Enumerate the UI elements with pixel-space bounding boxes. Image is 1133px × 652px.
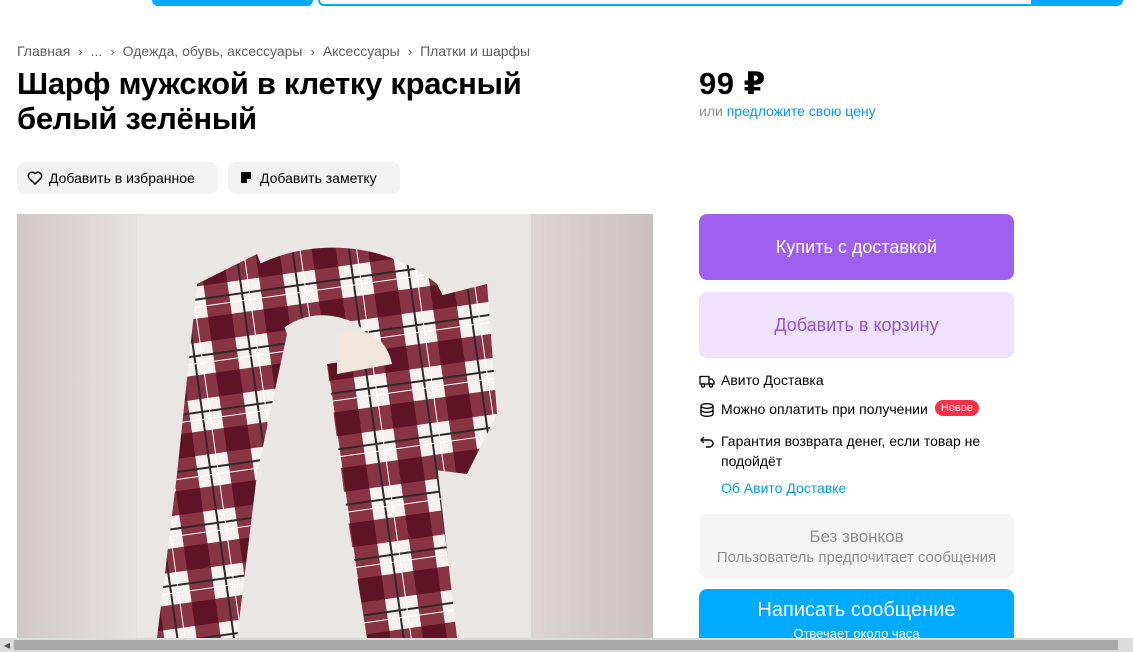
feature-delivery: Авито Доставка (699, 372, 824, 389)
no-calls-notice: Без звонков Пользователь предпочитает со… (699, 514, 1014, 578)
breadcrumb: Главная › ... › Одежда, обувь, аксессуар… (17, 43, 530, 59)
breadcrumb-item-scarves[interactable]: Платки и шарфы (420, 43, 530, 59)
add-to-cart-label: Добавить в корзину (774, 314, 939, 335)
top-nav-button[interactable] (152, 0, 313, 6)
breadcrumb-item-ellipsis[interactable]: ... (91, 43, 103, 59)
return-arrow-icon (700, 436, 714, 448)
buy-with-delivery-button[interactable]: Купить с доставкой (699, 214, 1014, 280)
breadcrumb-item-home[interactable]: Главная (17, 43, 70, 59)
add-note-label: Добавить заметку (260, 170, 377, 186)
note-icon (241, 172, 251, 183)
chevron-right-icon: › (78, 43, 83, 59)
chevron-right-icon: › (110, 43, 115, 59)
no-calls-subtitle: Пользователь предпочитает сообщения (716, 548, 997, 566)
write-message-label: Написать сообщение (757, 599, 956, 621)
feature-guarantee-label: Гарантия возврата денег, если товар не п… (721, 433, 981, 469)
about-delivery-link[interactable]: Об Авито Доставке (721, 480, 846, 496)
no-calls-title: Без звонков (809, 526, 904, 546)
chevron-right-icon: › (310, 43, 315, 59)
add-favorite-label: Добавить в избранное (49, 170, 195, 186)
scrollbar-thumb[interactable] (14, 640, 1118, 650)
page-title: Шарф мужской в клетку красный белый зелё… (17, 66, 522, 136)
new-badge: Новое (934, 400, 979, 416)
make-offer-link[interactable]: предложите свою цену (727, 103, 876, 119)
breadcrumb-item-clothing[interactable]: Одежда, обувь, аксессуары (123, 43, 303, 59)
buy-with-delivery-label: Купить с доставкой (775, 236, 938, 257)
product-photo[interactable] (17, 214, 653, 638)
price-or-label: или (699, 103, 723, 119)
price-offer-line: или предложите свою цену (699, 103, 876, 119)
add-favorite-button[interactable]: Добавить в избранное (17, 162, 218, 194)
search-button[interactable] (1031, 0, 1121, 4)
feature-payment-label: Можно оплатить при получении (721, 401, 928, 417)
chevron-right-icon: › (407, 43, 413, 59)
horizontal-scrollbar[interactable]: ◀ (0, 638, 1133, 652)
scarf-illustration (137, 214, 531, 638)
search-input[interactable] (318, 0, 1123, 6)
breadcrumb-item-accessories[interactable]: Аксессуары (323, 43, 400, 59)
heart-icon (27, 171, 43, 185)
scarf-image (137, 214, 531, 638)
coins-icon (700, 403, 714, 417)
feature-delivery-label: Авито Доставка (721, 372, 824, 388)
feature-payment: Можно оплатить при получении Новое (699, 400, 979, 418)
feature-guarantee: Гарантия возврата денег, если товар не п… (699, 431, 989, 471)
add-note-button[interactable]: Добавить заметку (228, 162, 400, 194)
price: 99 ₽ (699, 66, 766, 101)
truck-icon (699, 375, 715, 388)
add-to-cart-button[interactable]: Добавить в корзину (699, 292, 1014, 358)
scroll-left-icon[interactable]: ◀ (0, 638, 14, 652)
